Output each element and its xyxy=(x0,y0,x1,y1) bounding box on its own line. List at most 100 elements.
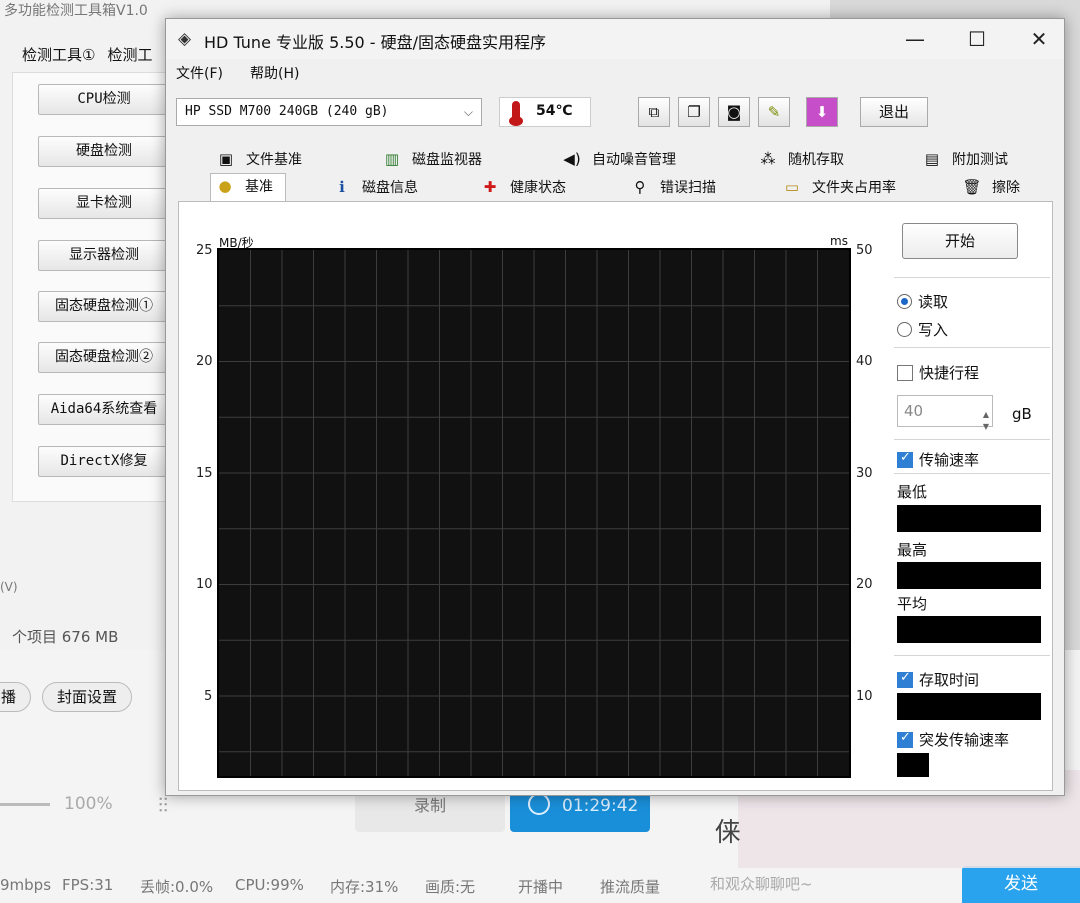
hdtune-window: ◈ HD Tune 专业版 5.50 - 硬盘/固态硬盘实用程序 — ☐ ✕ 文… xyxy=(165,18,1065,796)
stream-pill-broadcast[interactable]: 播 xyxy=(0,682,32,712)
cpu-check-button[interactable]: CPU检测 xyxy=(38,84,170,115)
gpu-check-button[interactable]: 显卡检测 xyxy=(38,188,170,219)
copy-text-button[interactable]: ⧉ xyxy=(638,97,670,127)
minimize-button[interactable]: — xyxy=(892,25,938,53)
toolbar: HP SSD M700 240GB (240 gB) ⌵ 54℃ ⧉ ❐ ◙ ✎ … xyxy=(166,93,1064,131)
bg-status-partial: (V) xyxy=(0,580,18,594)
access-time-label: 存取时间 xyxy=(919,671,980,689)
volume-label: 100% xyxy=(64,794,113,814)
tab-disk-info-label: 磁盘信息 xyxy=(362,180,418,196)
wrench-icon: ✎ xyxy=(767,103,781,121)
transfer-rate-checkbox[interactable]: 传输速率 xyxy=(897,449,979,470)
short-stroke-value: 40 xyxy=(904,402,924,420)
separator xyxy=(894,439,1050,440)
write-radio[interactable]: 写入 xyxy=(897,319,948,340)
thermometer-icon xyxy=(509,101,523,126)
drive-select-value: HP SSD M700 240GB (240 gB) xyxy=(185,104,389,119)
bg-tab-tools-1[interactable]: 检测工具① xyxy=(22,46,95,64)
short-stroke-stepper[interactable]: 40 ▲ ▼ xyxy=(897,395,993,431)
checkbox-unchecked-icon xyxy=(897,365,913,381)
close-button[interactable]: ✕ xyxy=(1016,25,1062,53)
copy-icon: ⧉ xyxy=(648,103,660,121)
status-bitrate: 9mbps xyxy=(0,876,52,894)
avg-label: 平均 xyxy=(897,595,928,613)
screenshot-button[interactable]: ◙ xyxy=(718,97,750,127)
exit-button[interactable]: 退出 xyxy=(860,97,928,127)
hdd-check-button[interactable]: 硬盘检测 xyxy=(38,136,170,167)
right-tick-50: 50 xyxy=(856,243,873,258)
drive-select[interactable]: HP SSD M700 240GB (240 gB) ⌵ xyxy=(176,98,482,126)
background-app-title: 多功能检测工具箱V1.0 xyxy=(4,3,148,19)
checkbox-checked-icon xyxy=(897,730,913,748)
bg-tab-tools-2[interactable]: 检测工 xyxy=(107,46,152,64)
separator xyxy=(894,277,1050,278)
file-benchmark-icon: ▣ xyxy=(218,150,234,168)
menu-file[interactable]: 文件(F) xyxy=(176,63,223,83)
hdtune-app-icon: ◈ xyxy=(178,29,192,49)
disk-monitor-icon: ▥ xyxy=(384,150,400,168)
menu-help[interactable]: 帮助(H) xyxy=(250,63,299,83)
radio-selected-icon xyxy=(897,294,912,309)
status-quality: 画质:无 xyxy=(425,878,476,896)
tab-file-benchmark-label: 文件基准 xyxy=(246,152,302,168)
trash-icon: 🗑 xyxy=(962,178,982,196)
tab-strip: ▣ 文件基准 ▥ 磁盘监视器 ◀) 自动噪音管理 ⁂ 随机存取 ▤ 附加测试 ℹ 磁盘信息 … xyxy=(166,145,1064,201)
tab-health-label: 健康状态 xyxy=(510,180,566,196)
tab-error-scan[interactable]: ⚲ 错误扫描 xyxy=(630,175,717,199)
chevron-down-icon[interactable]: ▼ xyxy=(983,412,989,442)
burst-rate-readout xyxy=(897,753,929,777)
checkbox-checked-icon xyxy=(897,450,913,468)
separator xyxy=(894,655,1050,656)
read-radio-label: 读取 xyxy=(918,293,949,311)
directx-repair-button[interactable]: DirectX修复 xyxy=(38,446,170,477)
title-bar[interactable]: ◈ HD Tune 专业版 5.50 - 硬盘/固态硬盘实用程序 — ☐ ✕ xyxy=(166,19,1064,59)
tab-random-access[interactable]: ⁂ 随机存取 xyxy=(758,147,845,171)
tab-file-benchmark[interactable]: ▣ 文件基准 xyxy=(216,147,302,171)
access-time-checkbox[interactable]: 存取时间 xyxy=(897,669,979,690)
magnifier-icon: ⚲ xyxy=(634,178,646,196)
copy-all-button[interactable]: ❐ xyxy=(678,97,710,127)
camera-icon: ◙ xyxy=(726,103,742,121)
short-stroke-checkbox[interactable]: 快捷行程 xyxy=(897,362,979,383)
tab-disk-monitor-label: 磁盘监视器 xyxy=(412,152,482,168)
extra-tests-icon: ▤ xyxy=(924,150,940,168)
tab-health[interactable]: ✚ 健康状态 xyxy=(480,175,566,199)
min-label: 最低 xyxy=(897,483,928,501)
tab-disk-monitor[interactable]: ▥ 磁盘监视器 xyxy=(382,147,482,171)
status-stream-quality: 推流质量 xyxy=(600,878,661,896)
left-tick-25: 25 xyxy=(196,243,213,258)
tab-extra-tests-label: 附加测试 xyxy=(952,152,1008,168)
status-cpu: CPU:99% xyxy=(235,876,304,894)
chat-input[interactable]: 和观众聊聊吧~ xyxy=(690,868,960,900)
ssd-check-2-button[interactable]: 固态硬盘检测② xyxy=(38,342,170,373)
separator xyxy=(894,347,1050,348)
benchmark-bulb-icon: ● xyxy=(218,177,232,195)
window-title: HD Tune 专业版 5.50 - 硬盘/固态硬盘实用程序 xyxy=(204,33,547,52)
save-button[interactable]: ⬇ xyxy=(806,97,838,127)
tab-random-access-label: 随机存取 xyxy=(788,152,844,168)
read-radio[interactable]: 读取 xyxy=(897,291,948,312)
tab-erase[interactable]: 🗑 擦除 xyxy=(962,175,1020,199)
start-button[interactable]: 开始 xyxy=(902,223,1018,259)
volume-slider[interactable] xyxy=(0,803,50,806)
mixer-icon[interactable]: ⫶⫶ xyxy=(158,793,168,817)
options-button[interactable]: ✎ xyxy=(758,97,790,127)
burst-rate-checkbox[interactable]: 突发传输速率 xyxy=(897,729,1009,749)
tab-extra-tests[interactable]: ▤ 附加测试 xyxy=(922,147,1008,171)
tab-folder-usage[interactable]: ▭ 文件夹占用率 xyxy=(782,175,896,199)
tab-disk-info[interactable]: ℹ 磁盘信息 xyxy=(332,175,418,199)
cover-settings-button[interactable]: 封面设置 xyxy=(42,682,133,712)
monitor-check-button[interactable]: 显示器检测 xyxy=(38,240,170,271)
temperature-display: 54℃ xyxy=(499,97,591,127)
left-tick-20: 20 xyxy=(196,354,213,369)
tab-aam[interactable]: ◀) 自动噪音管理 xyxy=(562,147,676,171)
ssd-check-1-button[interactable]: 固态硬盘检测① xyxy=(38,291,170,322)
maximize-button[interactable]: ☐ xyxy=(954,25,1000,53)
radio-empty-icon xyxy=(897,322,912,337)
aida64-button[interactable]: Aida64系统查看 xyxy=(38,394,170,425)
send-button[interactable]: 发送 xyxy=(962,866,1080,903)
chevron-down-icon: ⌵ xyxy=(463,105,473,119)
overlay-text: 俫 xyxy=(715,818,742,848)
random-access-icon: ⁂ xyxy=(760,150,776,168)
tab-benchmark[interactable]: ● 基准 xyxy=(210,173,286,201)
